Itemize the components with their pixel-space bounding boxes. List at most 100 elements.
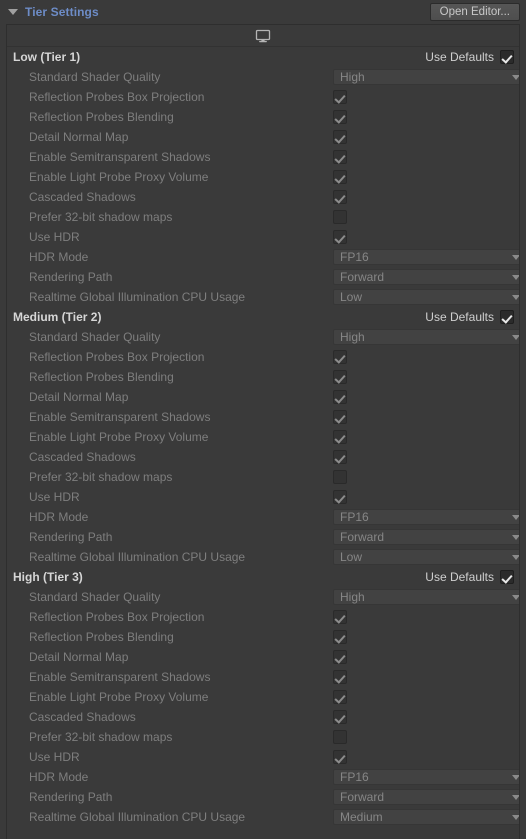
use-defaults-checkbox[interactable] [500, 570, 514, 584]
property-field [333, 447, 347, 467]
page-title[interactable]: Tier Settings [25, 5, 99, 19]
dropdown-rendering-path[interactable]: Forward [333, 269, 519, 285]
use-defaults-group: Use Defaults [425, 307, 514, 327]
use-defaults-group: Use Defaults [425, 567, 514, 587]
property-field [333, 207, 347, 227]
checkbox-cascaded-shadows[interactable] [333, 190, 347, 204]
checkbox-reflection-probes-blending[interactable] [333, 110, 347, 124]
property-row: Cascaded Shadows [7, 447, 519, 467]
dropdown-realtime-global-illumination-cpu-usage[interactable]: Low [333, 289, 519, 305]
checkbox-use-hdr[interactable] [333, 750, 347, 764]
checkbox-enable-light-probe-proxy-volume[interactable] [333, 430, 347, 444]
tier-header-high-tier-3: High (Tier 3) Use Defaults [7, 567, 519, 587]
dropdown-value: High [340, 330, 365, 344]
property-label-standard-shader-quality: Standard Shader Quality [29, 330, 161, 344]
checkbox-cascaded-shadows[interactable] [333, 710, 347, 724]
checkbox-detail-normal-map[interactable] [333, 650, 347, 664]
property-row: Detail Normal Map [7, 387, 519, 407]
chevron-down-icon [512, 254, 519, 260]
dropdown-standard-shader-quality[interactable]: High [333, 69, 519, 85]
checkbox-enable-semitransparent-shadows[interactable] [333, 410, 347, 424]
dropdown-value: Medium [340, 810, 383, 824]
dropdown-value: Forward [340, 530, 385, 544]
use-defaults-checkbox[interactable] [500, 50, 514, 64]
tier-settings-header: Tier Settings Open Editor... [0, 0, 526, 24]
checkbox-reflection-probes-blending[interactable] [333, 630, 347, 644]
property-row: Enable Semitransparent Shadows [7, 667, 519, 687]
chevron-down-icon [512, 794, 519, 800]
property-field: Forward [333, 527, 519, 547]
property-field: Low [333, 547, 519, 567]
property-field [333, 747, 347, 767]
dropdown-realtime-global-illumination-cpu-usage[interactable]: Low [333, 549, 519, 565]
checkbox-prefer-32-bit-shadow-maps[interactable] [333, 210, 347, 224]
dropdown-rendering-path[interactable]: Forward [333, 529, 519, 545]
dropdown-standard-shader-quality[interactable]: High [333, 589, 519, 605]
checkbox-use-hdr[interactable] [333, 230, 347, 244]
checkbox-reflection-probes-blending[interactable] [333, 370, 347, 384]
triangle-down-icon[interactable] [8, 9, 18, 15]
property-label-enable-semitransparent-shadows: Enable Semitransparent Shadows [29, 670, 211, 684]
dropdown-standard-shader-quality[interactable]: High [333, 329, 519, 345]
property-field: FP16 [333, 247, 519, 267]
property-field [333, 87, 347, 107]
checkbox-reflection-probes-box-projection[interactable] [333, 90, 347, 104]
property-label-hdr-mode: HDR Mode [29, 510, 89, 524]
property-label-realtime-global-illumination-cpu-usage: Realtime Global Illumination CPU Usage [29, 810, 246, 824]
property-row: Reflection Probes Box Projection [7, 347, 519, 367]
dropdown-rendering-path[interactable]: Forward [333, 789, 519, 805]
checkbox-cascaded-shadows[interactable] [333, 450, 347, 464]
use-defaults-label: Use Defaults [425, 570, 494, 584]
property-label-enable-semitransparent-shadows: Enable Semitransparent Shadows [29, 150, 211, 164]
property-row: Use HDR [7, 227, 519, 247]
property-label-reflection-probes-blending: Reflection Probes Blending [29, 630, 174, 644]
checkbox-use-hdr[interactable] [333, 490, 347, 504]
property-field [333, 647, 347, 667]
checkbox-reflection-probes-box-projection[interactable] [333, 350, 347, 364]
property-row: Standard Shader Quality High [7, 327, 519, 347]
checkbox-reflection-probes-box-projection[interactable] [333, 610, 347, 624]
property-label-cascaded-shadows: Cascaded Shadows [29, 190, 136, 204]
property-row: Cascaded Shadows [7, 187, 519, 207]
tier-header-label: Medium (Tier 2) [13, 310, 102, 324]
property-row: Reflection Probes Blending [7, 367, 519, 387]
property-row: Rendering Path Forward [7, 787, 519, 807]
property-row: HDR Mode FP16 [7, 507, 519, 527]
checkbox-prefer-32-bit-shadow-maps[interactable] [333, 470, 347, 484]
property-field [333, 727, 347, 747]
property-label-cascaded-shadows: Cascaded Shadows [29, 450, 136, 464]
checkbox-prefer-32-bit-shadow-maps[interactable] [333, 730, 347, 744]
use-defaults-label: Use Defaults [425, 310, 494, 324]
property-field [333, 667, 347, 687]
dropdown-hdr-mode[interactable]: FP16 [333, 769, 519, 785]
property-field: Low [333, 287, 519, 307]
checkbox-enable-light-probe-proxy-volume[interactable] [333, 690, 347, 704]
checkbox-enable-light-probe-proxy-volume[interactable] [333, 170, 347, 184]
checkbox-detail-normal-map[interactable] [333, 130, 347, 144]
checkbox-detail-normal-map[interactable] [333, 390, 347, 404]
dropdown-value: Forward [340, 790, 385, 804]
use-defaults-checkbox[interactable] [500, 310, 514, 324]
dropdown-hdr-mode[interactable]: FP16 [333, 509, 519, 525]
property-field [333, 687, 347, 707]
monitor-icon[interactable] [255, 29, 271, 43]
dropdown-value: Low [340, 290, 363, 304]
dropdown-hdr-mode[interactable]: FP16 [333, 249, 519, 265]
property-row: Prefer 32-bit shadow maps [7, 727, 519, 747]
property-label-standard-shader-quality: Standard Shader Quality [29, 590, 161, 604]
property-row: Realtime Global Illumination CPU Usage Me… [7, 807, 519, 827]
property-label-reflection-probes-box-projection: Reflection Probes Box Projection [29, 350, 205, 364]
chevron-down-icon [512, 534, 519, 540]
property-field [333, 467, 347, 487]
open-editor-button[interactable]: Open Editor... [429, 3, 520, 21]
checkbox-enable-semitransparent-shadows[interactable] [333, 150, 347, 164]
property-field [333, 127, 347, 147]
checkbox-enable-semitransparent-shadows[interactable] [333, 670, 347, 684]
property-label-hdr-mode: HDR Mode [29, 770, 89, 784]
property-label-enable-light-probe-proxy-volume: Enable Light Probe Proxy Volume [29, 170, 209, 184]
property-field: Forward [333, 787, 519, 807]
dropdown-realtime-global-illumination-cpu-usage[interactable]: Medium [333, 809, 519, 825]
tier-header-label: High (Tier 3) [13, 570, 83, 584]
property-label-use-hdr: Use HDR [29, 230, 80, 244]
property-field [333, 627, 347, 647]
